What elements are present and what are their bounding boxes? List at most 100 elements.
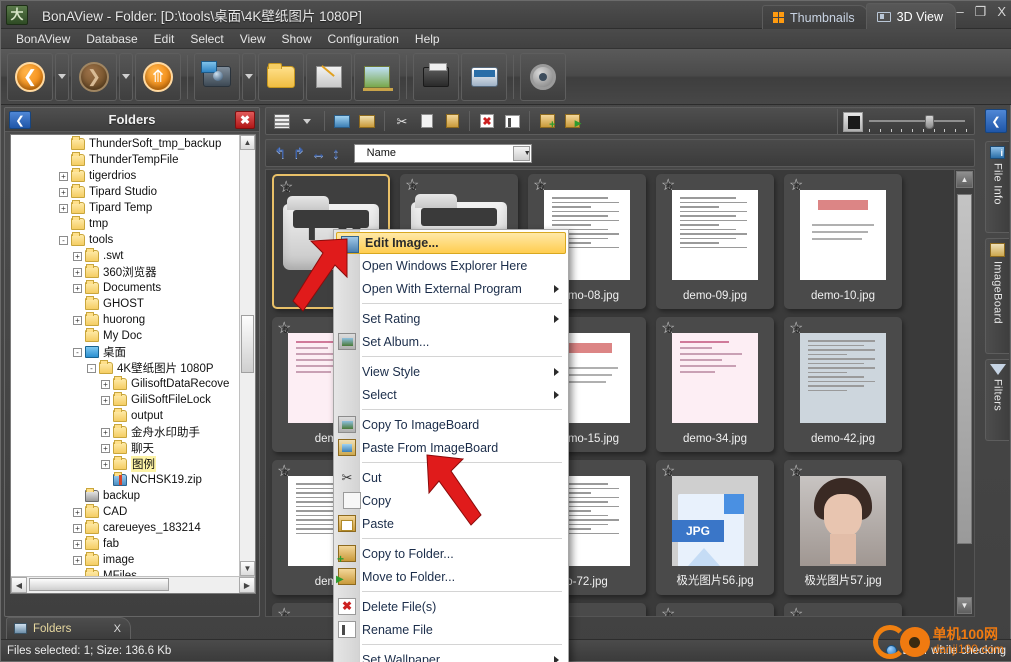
- menu-item-delete-file-s[interactable]: ✖ Delete File(s): [334, 595, 568, 618]
- menu-item-view-style[interactable]: View Style: [334, 360, 568, 383]
- context-menu[interactable]: Edit Image... Open Windows Explorer Here O…: [333, 229, 569, 662]
- menu-configuration[interactable]: Configuration: [320, 30, 407, 48]
- expand-icon[interactable]: +: [101, 459, 110, 469]
- expand-icon[interactable]: +: [59, 187, 68, 197]
- tree-item[interactable]: backup: [11, 488, 239, 504]
- move-to-folder-button[interactable]: [561, 110, 583, 132]
- back-dropdown[interactable]: [55, 52, 69, 101]
- chevron-left-icon[interactable]: ❮: [9, 111, 31, 129]
- tree-item[interactable]: output: [11, 408, 239, 424]
- sort-field-combobox[interactable]: Name ▼: [353, 143, 532, 163]
- menu-item-cut[interactable]: ✂ Cut: [334, 466, 568, 489]
- tab-file-info[interactable]: File Info: [985, 141, 1009, 233]
- rating-star-icon[interactable]: ☆0: [661, 607, 678, 617]
- expand-icon[interactable]: +: [73, 315, 82, 325]
- menu-show[interactable]: Show: [273, 30, 319, 48]
- view-mode-button[interactable]: [271, 110, 293, 132]
- tree-item[interactable]: + .swt: [11, 248, 239, 264]
- chevron-down-icon[interactable]: ▼: [512, 145, 531, 161]
- rotate-left-icon[interactable]: ↰: [274, 146, 287, 161]
- collapse-icon[interactable]: -: [59, 235, 68, 245]
- menu-item-copy-to-folder[interactable]: Copy to Folder...: [334, 542, 568, 566]
- menu-item-move-to-folder[interactable]: Move to Folder...: [334, 565, 568, 588]
- thumbnail-cell[interactable]: ☆ 0 极光图片57.jpg: [784, 460, 902, 595]
- menu-item-set-rating[interactable]: Set Rating: [334, 307, 568, 330]
- tree-hscroll-track[interactable]: [27, 577, 239, 593]
- menu-item-select[interactable]: Select: [334, 383, 568, 406]
- tree-item[interactable]: + huorong: [11, 312, 239, 328]
- tree-item[interactable]: + GilisoftDataRecove: [11, 376, 239, 392]
- expand-icon[interactable]: +: [73, 251, 82, 261]
- expand-icon[interactable]: +: [101, 443, 110, 453]
- tree-item[interactable]: + 图例: [11, 456, 239, 472]
- forward-button[interactable]: ❯: [71, 52, 117, 101]
- thumbnail-cell[interactable]: ☆ 0 demo-42.jpg: [784, 317, 902, 452]
- scan-button[interactable]: [461, 52, 507, 101]
- open-folder-button[interactable]: [258, 52, 304, 101]
- expand-icon[interactable]: +: [73, 555, 82, 565]
- slider-knob[interactable]: [925, 114, 934, 129]
- copy-to-folder-button[interactable]: [536, 110, 558, 132]
- tree-vertical-scrollbar[interactable]: ▲ ▼: [239, 135, 255, 576]
- close-button[interactable]: X: [997, 5, 1006, 19]
- expand-icon[interactable]: +: [101, 395, 110, 405]
- menu-item-paste-from-imageboard[interactable]: Paste From ImageBoard: [334, 436, 568, 459]
- tree-item[interactable]: + fab: [11, 536, 239, 552]
- tree-item[interactable]: - tools: [11, 232, 239, 248]
- tree-item[interactable]: ThunderTempFile: [11, 152, 239, 168]
- back-button[interactable]: ❮: [7, 52, 53, 101]
- scroll-up-arrow-icon[interactable]: ▲: [240, 135, 255, 150]
- menu-item-copy-to-imageboard[interactable]: Copy To ImageBoard: [334, 413, 568, 436]
- tree-item[interactable]: + tigerdrios: [11, 168, 239, 184]
- tree-vscroll-thumb[interactable]: [241, 315, 254, 373]
- import-images-button[interactable]: [194, 52, 240, 101]
- expand-icon[interactable]: +: [59, 203, 68, 213]
- tools-button[interactable]: [306, 52, 352, 101]
- expand-icon[interactable]: +: [101, 427, 110, 437]
- grid-vscroll-thumb[interactable]: [957, 194, 972, 544]
- flip-horizontal-icon[interactable]: ↔: [311, 146, 326, 161]
- expand-icon[interactable]: +: [73, 267, 82, 277]
- tab-thumbnails[interactable]: Thumbnails: [762, 5, 868, 29]
- menu-item-rename-file[interactable]: Rename File: [334, 618, 568, 641]
- menu-view[interactable]: View: [232, 30, 274, 48]
- folders-bottom-tab[interactable]: Folders X: [6, 617, 131, 639]
- folders-bottom-tab-close-icon[interactable]: X: [114, 623, 121, 635]
- menu-item-copy[interactable]: Copy: [334, 489, 568, 512]
- tree-item[interactable]: + Tipard Temp: [11, 200, 239, 216]
- collapse-right-panel-button[interactable]: ❮: [985, 109, 1007, 133]
- scroll-down-arrow-icon[interactable]: ▼: [240, 561, 255, 576]
- rating-star-icon[interactable]: ☆0: [277, 607, 294, 617]
- tree-item[interactable]: tmp: [11, 216, 239, 232]
- thumbnail-cell[interactable]: ☆ 0 JPG 极光图片56.jpg: [656, 460, 774, 595]
- thumbnail-cell[interactable]: ☆0: [656, 603, 774, 617]
- tree-hscroll-thumb[interactable]: [29, 578, 169, 591]
- rename-button[interactable]: [501, 110, 523, 132]
- menu-bonaview[interactable]: BonAView: [8, 30, 78, 48]
- tab-3d-view[interactable]: 3D View: [865, 3, 956, 29]
- menu-item-paste[interactable]: Paste: [334, 512, 568, 535]
- easel-button[interactable]: [354, 52, 400, 101]
- menu-item-set-album[interactable]: Set Album...: [334, 330, 568, 353]
- rating-star-icon[interactable]: ☆0: [279, 180, 296, 197]
- collapse-icon[interactable]: -: [87, 363, 96, 373]
- grid-vertical-scrollbar[interactable]: ▲ ▼: [954, 170, 974, 616]
- tree-item[interactable]: GHOST: [11, 296, 239, 312]
- tab-filters[interactable]: Filters: [985, 359, 1009, 441]
- menu-select[interactable]: Select: [182, 30, 231, 48]
- folder-tree[interactable]: ThunderSoft_tmp_backup ThunderTempFile + ti…: [11, 135, 239, 576]
- view-mode-dropdown[interactable]: [296, 110, 318, 132]
- tree-item[interactable]: + CAD: [11, 504, 239, 520]
- menu-item-set-wallpaper[interactable]: Set Wallpaper: [334, 648, 568, 662]
- expand-icon[interactable]: +: [73, 283, 82, 293]
- tree-item[interactable]: + GiliSoftFileLock: [11, 392, 239, 408]
- settings-button[interactable]: [520, 52, 566, 101]
- tree-item[interactable]: NCHSK19.zip: [11, 472, 239, 488]
- tree-item[interactable]: + 聊天: [11, 440, 239, 456]
- tree-item[interactable]: + Tipard Studio: [11, 184, 239, 200]
- copy-to-imageboard-button[interactable]: [331, 110, 353, 132]
- delete-button[interactable]: ✖: [476, 110, 498, 132]
- tree-item[interactable]: + careueyes_183214: [11, 520, 239, 536]
- thumbnail-cell[interactable]: ☆ 0 demo-10.jpg: [784, 174, 902, 309]
- rotate-right-icon[interactable]: ↱: [293, 146, 306, 161]
